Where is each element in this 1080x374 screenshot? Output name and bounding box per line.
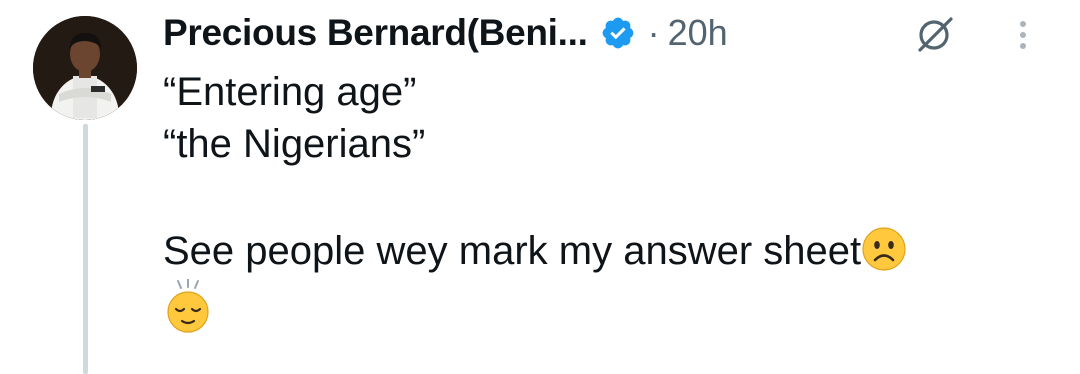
relieved-face-emoji — [163, 279, 213, 335]
tweet-text-line: “the Nigerians” — [163, 122, 426, 166]
verified-badge-icon[interactable] — [600, 15, 636, 51]
more-vertical-icon[interactable] — [1013, 16, 1033, 56]
header-separator: · — [647, 12, 660, 53]
tweet-text-line-with-emoji: See people wey mark my answer sheet — [163, 225, 1043, 277]
tweet-timestamp[interactable]: 20h — [668, 12, 728, 54]
grok-icon[interactable] — [914, 13, 956, 55]
avatar[interactable] — [33, 16, 137, 120]
author-display-name[interactable]: Precious Bernard(Beni... — [163, 12, 588, 54]
tweet-text-line: See people wey mark my answer sheet — [163, 229, 862, 273]
frowning-face-emoji — [861, 226, 907, 272]
tweet-header: Precious Bernard(Beni... · 20h — [163, 8, 728, 58]
tweet-text-line: “Entering age” — [163, 70, 417, 114]
tweet-emoji-line — [163, 279, 1043, 333]
thread-connector-line — [83, 124, 88, 374]
avatar-image — [33, 16, 137, 120]
tweet-text: “Entering age” “the Nigerians” See peopl… — [163, 66, 1043, 333]
